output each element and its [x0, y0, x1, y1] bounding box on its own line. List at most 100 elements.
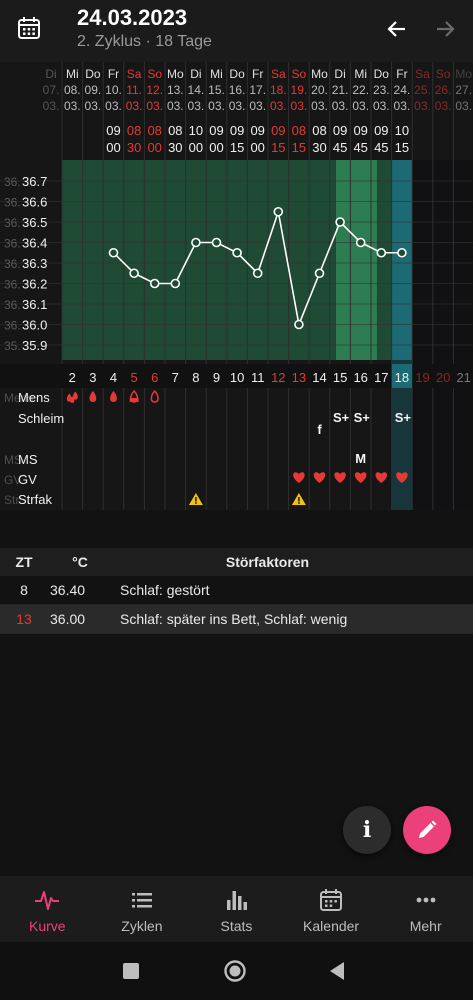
- date-label-day: 09.: [85, 83, 102, 97]
- previous-day-button[interactable]: [384, 16, 410, 42]
- back-button[interactable]: [326, 959, 350, 983]
- blood-drop-half-fill: [129, 398, 139, 402]
- y-tick-prefix: 36.: [4, 237, 21, 251]
- row-factors: Schlaf: gestört: [120, 582, 210, 598]
- header-temp: °C: [72, 554, 88, 570]
- calendar-button[interactable]: [16, 15, 42, 41]
- y-tick-label: 36.2: [22, 277, 47, 292]
- weekday-label: Sa: [271, 67, 286, 81]
- time-minute-label: 30: [312, 140, 326, 155]
- table-row[interactable]: 13 36.00 Schlaf: später ins Bett, Schlaf…: [0, 605, 473, 634]
- cycle-day-label: 5: [130, 370, 137, 385]
- cycle-day-label: 12: [271, 370, 285, 385]
- date-label-day: 20.: [311, 83, 328, 97]
- info-button[interactable]: i: [343, 806, 391, 854]
- date-label-month: 03.: [291, 99, 308, 113]
- nav-label-stats: Stats: [220, 918, 253, 934]
- time-minute-label: 15: [271, 140, 285, 155]
- more-dots-icon: [416, 897, 436, 903]
- time-minute-label: 15: [292, 140, 306, 155]
- date-label-day: 11.: [126, 83, 142, 97]
- nav-stats[interactable]: Stats: [189, 876, 284, 942]
- time-minute-label: 30: [168, 140, 182, 155]
- weekday-label: Do: [85, 67, 101, 81]
- time-minute-label: 00: [106, 140, 120, 155]
- date-label-day: 16.: [229, 83, 246, 97]
- time-minute-label: 15: [395, 140, 409, 155]
- date-label-day: 24.: [394, 83, 411, 97]
- bar-chart-icon: [227, 891, 248, 910]
- time-hour-label: 08: [127, 123, 141, 138]
- cycle-day-label: 18: [395, 370, 409, 385]
- temperature-point: [376, 247, 387, 258]
- date-label-day: 10.: [105, 83, 122, 97]
- date-label-day: 13.: [167, 83, 184, 97]
- blood-drop-icon: [110, 391, 117, 402]
- temperature-point: [232, 247, 242, 258]
- edit-button[interactable]: [403, 806, 451, 854]
- date-label-day: 21.: [332, 83, 349, 97]
- temperature-chart[interactable]: Mi Do Fr Sa So Mo Di Mi Do Fr Sa So Mo Di Mi Do Fr Sa So Mo…: [0, 62, 473, 510]
- home-button[interactable]: [223, 959, 247, 983]
- time-hour-label: 08: [147, 123, 161, 138]
- heartbeat-icon: [35, 891, 60, 910]
- time-minute-label: 00: [189, 140, 203, 155]
- row-label: Mens: [18, 390, 50, 405]
- time-hour-label: 10: [395, 123, 409, 138]
- nav-zyklen[interactable]: Zyklen: [95, 876, 190, 942]
- nav-kurve[interactable]: Kurve: [0, 876, 95, 942]
- blood-drop-icon: [89, 391, 97, 402]
- table-row[interactable]: 8 36.40 Schlaf: gestört: [0, 576, 473, 605]
- time-hour-label: 09: [209, 123, 223, 138]
- blood-drop-outline-icon: [150, 389, 159, 403]
- square-icon: [123, 963, 139, 979]
- time-minute-label: 30: [127, 140, 141, 155]
- temperature-point: [273, 206, 284, 217]
- recents-button[interactable]: [119, 959, 143, 983]
- date-label-day: 15.: [208, 83, 225, 97]
- calendar-icon: [18, 17, 40, 39]
- y-tick-label: 35.9: [22, 338, 47, 353]
- next-day-button[interactable]: [432, 16, 458, 42]
- date-label-month: 03.: [105, 99, 122, 113]
- cycle-day-label: 6: [151, 370, 158, 385]
- temperature-point: [129, 268, 139, 279]
- temperature-point: [397, 247, 407, 258]
- temperature-point: [335, 217, 345, 227]
- date-label-day: 27.: [455, 83, 472, 97]
- plot-bg-current: [391, 160, 413, 360]
- nav-kalender[interactable]: Kalender: [284, 876, 379, 942]
- y-tick-label: 36.3: [22, 256, 47, 271]
- date-label-month: 03.: [188, 99, 205, 113]
- date-label-day: 23.: [373, 83, 390, 97]
- date-label-day: 22.: [352, 83, 369, 97]
- weekday-label: So: [292, 67, 307, 81]
- cycle-day-label: 7: [172, 370, 179, 385]
- date-label-month: 03.: [126, 99, 143, 113]
- date-label-month: 03.: [435, 99, 452, 113]
- date-label-partial-day: 07.: [43, 83, 60, 97]
- time-minute-label: 45: [353, 140, 367, 155]
- date-label-month: 03.: [229, 99, 246, 113]
- weekday-label: Mo: [311, 67, 328, 81]
- weekday-label: Mi: [354, 67, 367, 81]
- heart-icon: [293, 472, 305, 483]
- weekday-label: Do: [374, 67, 390, 81]
- cycle-day-label: 14: [312, 370, 326, 385]
- date-label-month: 03.: [455, 99, 472, 113]
- page-title: 24.03.2023: [77, 5, 188, 30]
- nav-mehr[interactable]: Mehr: [378, 876, 473, 942]
- cycle-day-label: 16: [353, 370, 367, 385]
- y-tick-prefix: 36.: [4, 278, 21, 292]
- table-header: ZT °C Störfaktoren: [0, 548, 473, 576]
- time-minute-label: 00: [250, 140, 264, 155]
- time-hour-label: 09: [250, 123, 264, 138]
- date-label-month: 03.: [311, 99, 328, 113]
- header-factors: Störfaktoren: [225, 554, 310, 570]
- weekday-label-partial: Di: [45, 67, 56, 81]
- row-label: GV: [18, 472, 37, 487]
- temperature-point: [108, 247, 119, 258]
- cycle-day-label: 3: [89, 370, 96, 385]
- y-tick-label: 36.7: [22, 174, 47, 189]
- heart-icon: [375, 472, 388, 483]
